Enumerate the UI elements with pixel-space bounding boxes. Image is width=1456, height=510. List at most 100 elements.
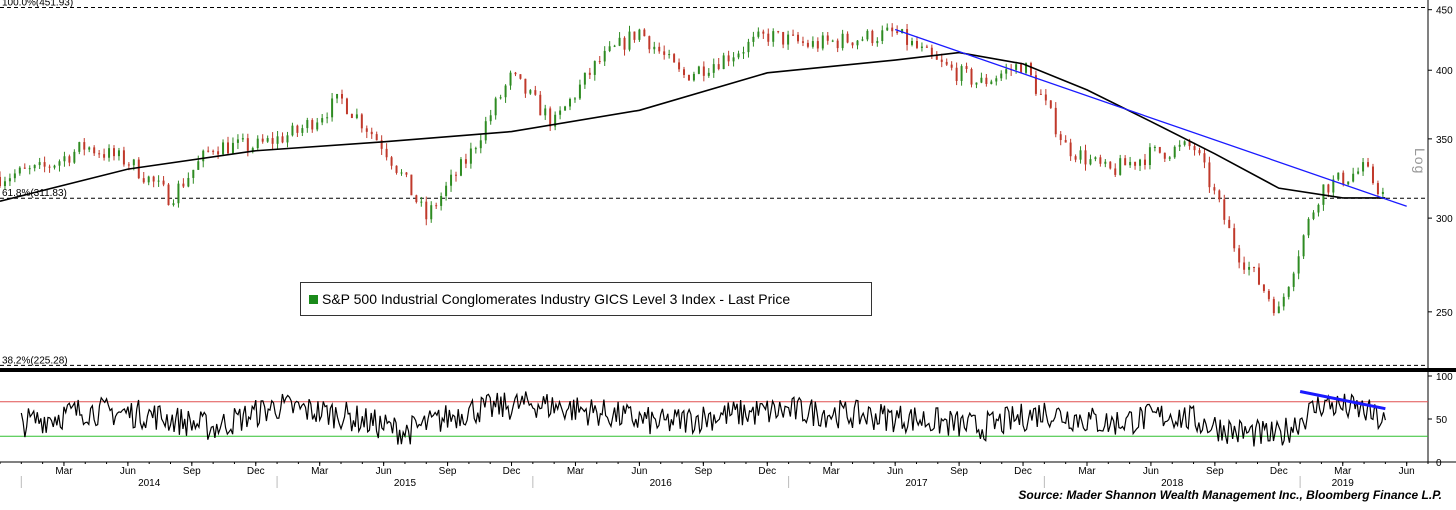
candle-body (940, 59, 943, 62)
chart-canvas: 250300350400450100.0%(451.93)61.8%(311.8… (0, 0, 1456, 489)
candle-body (683, 69, 686, 75)
candle-body (355, 114, 358, 119)
candle-body (127, 164, 130, 166)
candle-body (38, 162, 41, 166)
candle-body (306, 120, 309, 129)
candle-body (915, 41, 918, 48)
candle-body (266, 138, 269, 142)
x-year-label: 2016 (650, 478, 673, 489)
log-scale-label: Log (1412, 148, 1428, 175)
candle-body (1262, 284, 1265, 291)
candle-body (1257, 267, 1260, 285)
candle-body (68, 156, 71, 163)
candle-body (678, 62, 681, 70)
candle-body (33, 165, 36, 169)
candle-body (1084, 150, 1087, 165)
candle-body (390, 157, 393, 166)
candle-body (578, 84, 581, 99)
candle-body (911, 41, 914, 45)
candle-body (459, 159, 462, 176)
candle-body (990, 81, 993, 84)
candle-body (192, 169, 195, 178)
candle-body (1287, 286, 1290, 297)
candle-body (573, 98, 576, 100)
candle-body (658, 46, 661, 52)
candle-body (797, 34, 800, 42)
candle-body (945, 61, 948, 65)
x-month-label: Jun (887, 466, 903, 477)
candle-body (499, 97, 502, 99)
candle-body (256, 138, 259, 149)
candle-body (18, 167, 21, 174)
x-month-label: Mar (55, 466, 73, 477)
candle-body (742, 52, 745, 54)
candle-body (63, 156, 66, 162)
candle-body (544, 108, 547, 116)
candle-body (564, 106, 567, 111)
candle-body (231, 142, 234, 154)
candle-body (1000, 73, 1003, 79)
rsi-line (20, 391, 1386, 447)
candle-body (1371, 166, 1374, 184)
candle-body (504, 85, 507, 98)
candle-body (519, 74, 522, 79)
candle-body (1183, 141, 1186, 145)
candle-body (147, 176, 150, 183)
candle-body (831, 40, 834, 42)
candle-body (653, 46, 656, 50)
x-month-label: Jun (376, 466, 392, 477)
candle-body (965, 66, 968, 70)
x-month-label: Sep (950, 466, 968, 477)
candle-body (157, 180, 160, 182)
candle-body (1198, 150, 1201, 154)
candle-body (846, 33, 849, 43)
candle-body (871, 30, 874, 44)
candle-body (752, 36, 755, 42)
candle-body (1362, 162, 1365, 172)
candle-body (162, 180, 165, 185)
candle-body (98, 153, 101, 155)
candle-body (207, 150, 210, 152)
candle-body (980, 77, 983, 83)
candle-body (1312, 212, 1315, 219)
candle-body (1272, 299, 1275, 314)
candle-body (276, 136, 279, 144)
candle-body (291, 125, 294, 136)
candle-body (1292, 273, 1295, 287)
candle-body (1109, 161, 1112, 169)
candle-body (1357, 171, 1360, 174)
candle-body (1029, 63, 1032, 76)
candle-body (1302, 235, 1305, 257)
candle-body (103, 154, 106, 158)
candle-body (529, 90, 532, 94)
candle-body (142, 178, 145, 183)
rsi-ytick-label: 100 (1436, 372, 1453, 383)
candle-body (638, 29, 641, 40)
candle-body (995, 78, 998, 82)
legend-swatch (309, 294, 318, 304)
candle-body (474, 148, 477, 150)
x-month-label: Jun (631, 466, 647, 477)
candle-body (985, 77, 988, 84)
candle-body (132, 159, 135, 166)
candle-body (692, 73, 695, 81)
candle-body (1094, 157, 1097, 160)
fib-level-label: 38.2%(225.28) (2, 355, 68, 366)
candle-body (93, 147, 96, 154)
candle-body (28, 168, 31, 170)
candle-body (623, 37, 626, 50)
candle-body (1337, 172, 1340, 180)
candle-body (628, 31, 631, 50)
candle-body (420, 201, 423, 203)
x-month-label: Dec (247, 466, 265, 477)
candle-body (8, 178, 11, 182)
candle-body (876, 40, 879, 44)
candle-body (1089, 159, 1092, 165)
candle-body (246, 138, 249, 151)
candle-body (851, 42, 854, 46)
candle-body (1203, 153, 1206, 163)
candle-body (83, 142, 86, 150)
candle-body (370, 131, 373, 135)
candle-body (152, 176, 155, 182)
candle-body (821, 35, 824, 49)
